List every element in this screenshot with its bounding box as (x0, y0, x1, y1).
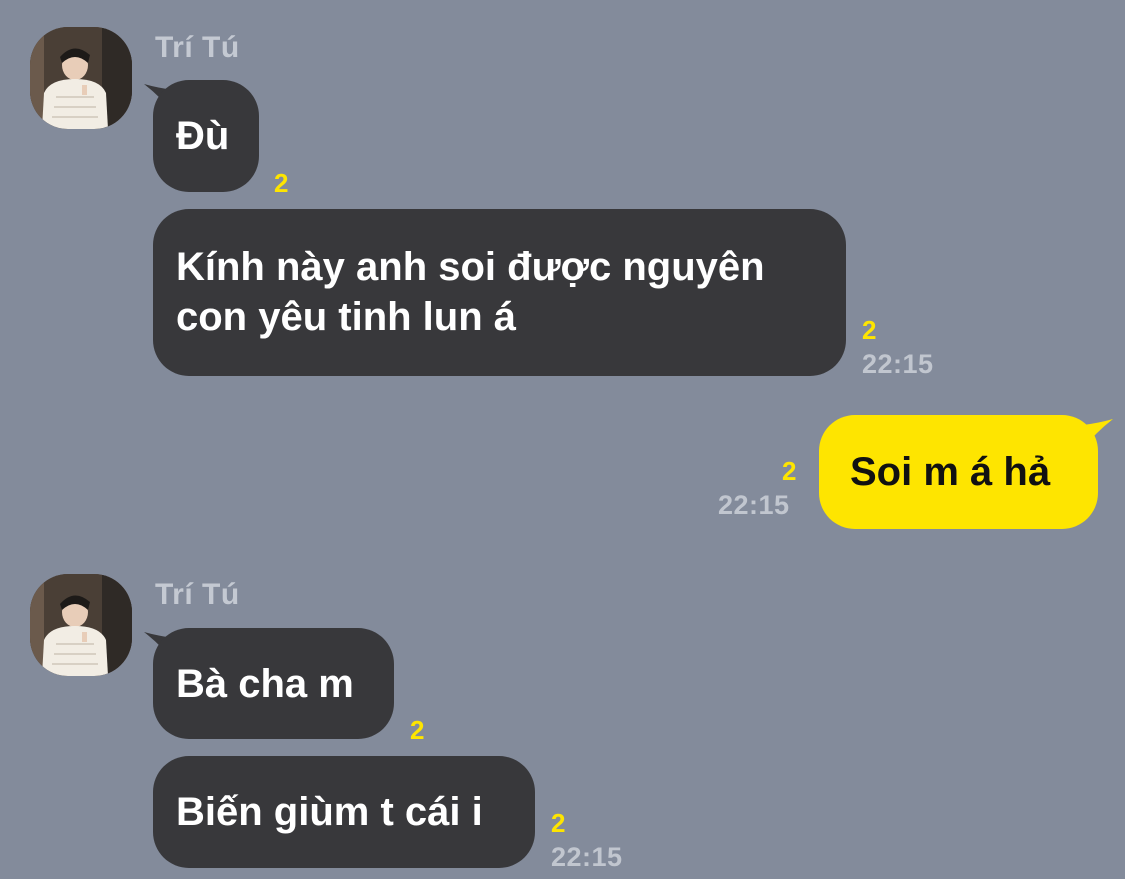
profile-photo-icon (30, 27, 132, 129)
message-bubble-outgoing[interactable]: Soi m á hả (819, 415, 1098, 529)
message-bubble[interactable]: Biến giùm t cái i (153, 756, 535, 868)
sender-name: Trí Tú (155, 578, 240, 611)
profile-photo-icon (30, 574, 132, 676)
unread-count: 2 (862, 315, 877, 345)
unread-count: 2 (782, 456, 797, 486)
sender-avatar[interactable] (30, 27, 132, 129)
sender-avatar[interactable] (30, 574, 132, 676)
message-bubble[interactable]: Bà cha m (153, 628, 394, 739)
message-bubble[interactable]: Kính này anh soi được nguyên con yêu tin… (153, 209, 846, 376)
message-time: 22:15 (551, 842, 623, 872)
unread-count: 2 (274, 168, 289, 198)
message-text: Bà cha m (176, 661, 354, 706)
message-text: Biến giùm t cái i (176, 790, 483, 834)
message-text-line: Kính này anh soi được nguyên (176, 245, 765, 289)
message-text: Soi m á hả (850, 450, 1051, 494)
unread-count: 2 (410, 715, 425, 745)
message-time: 22:15 (862, 349, 934, 379)
sender-name: Trí Tú (155, 31, 240, 64)
message-bubble[interactable]: Đù (153, 80, 259, 192)
message-time: 22:15 (718, 490, 790, 520)
unread-count: 2 (551, 808, 566, 838)
message-text-line: con yêu tinh lun á (176, 295, 517, 339)
message-text: Đù (176, 114, 230, 158)
